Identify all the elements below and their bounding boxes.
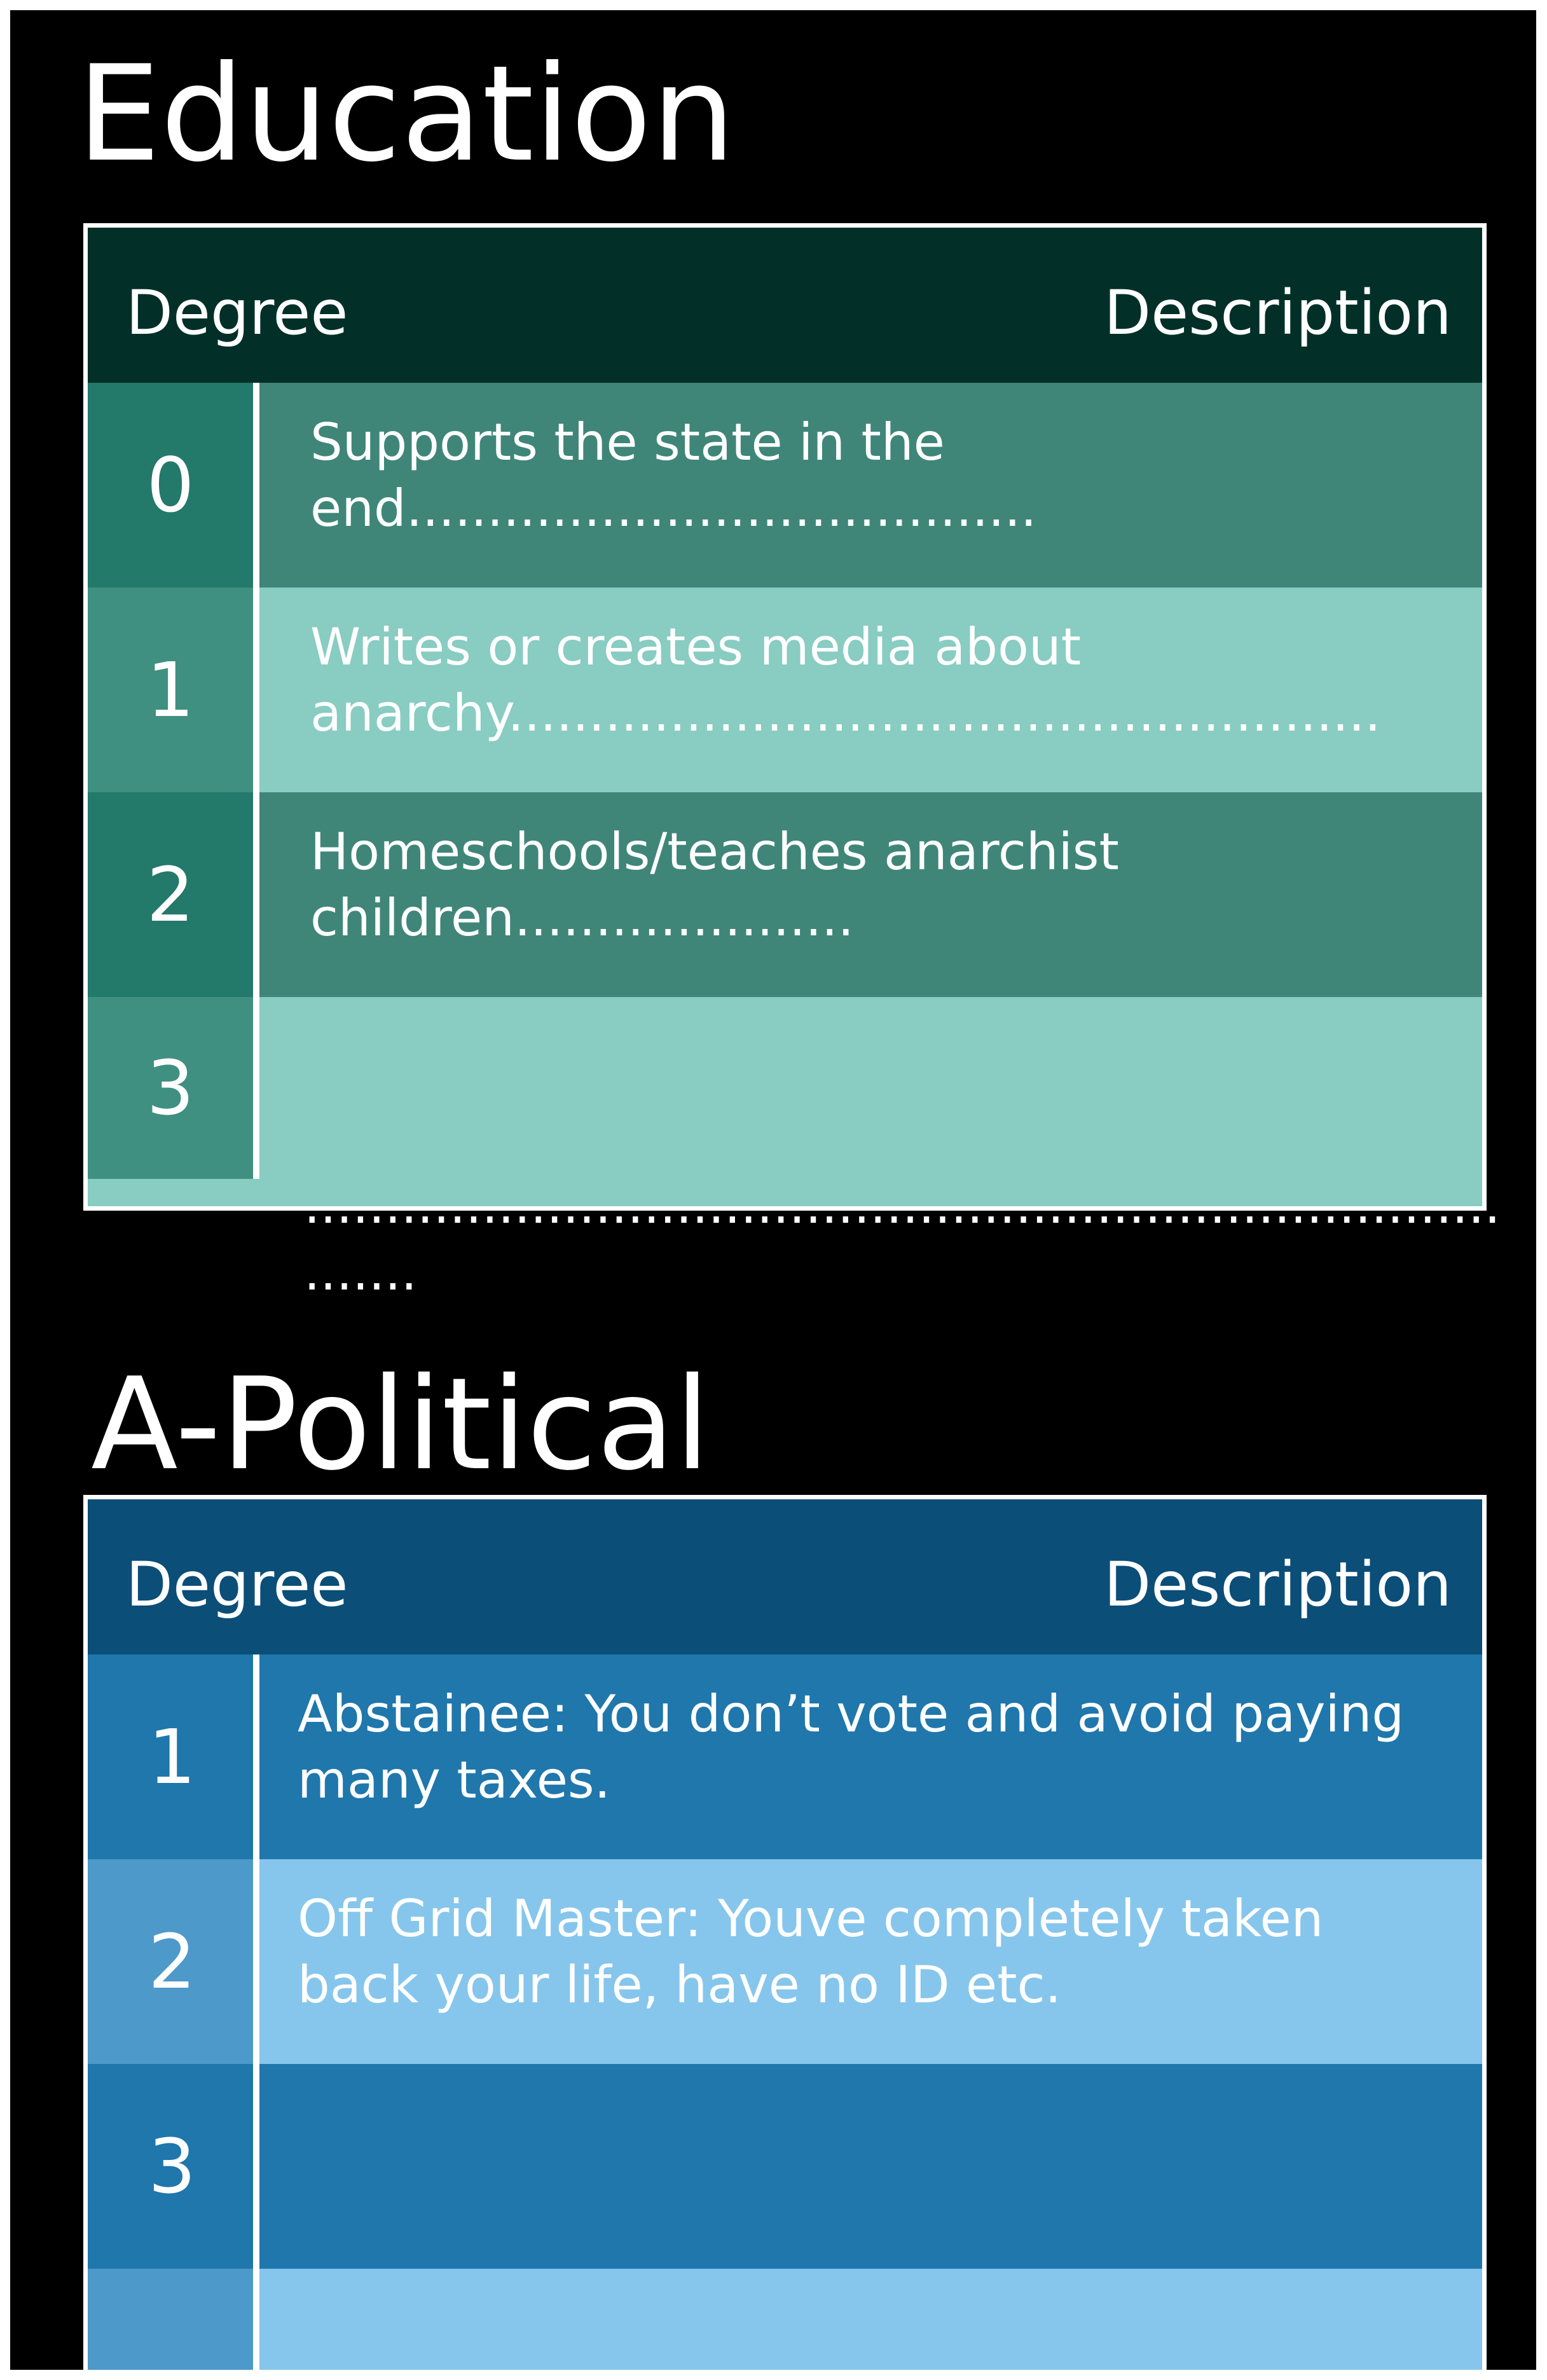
education-table: Degree Description 0 Supports the state … (83, 223, 1487, 1211)
degree-description (259, 997, 1482, 1179)
education-row-0: 0 Supports the state in the end.........… (88, 383, 1482, 588)
education-row-2: 2 Homeschools/teaches anarchist children… (88, 792, 1482, 997)
apolitical-table: Degree Description 1 Abstainee: You don’… (83, 1495, 1487, 2370)
degree-number: 2 (88, 792, 253, 997)
degree-description: Supports the state in the end...........… (259, 383, 1482, 588)
degree-number: 1 (88, 1654, 253, 1859)
degree-column-header: Degree (126, 277, 348, 348)
degree-number: 3 (88, 997, 253, 1179)
document-frame: Education Degree Description 0 Supports … (10, 10, 1536, 2370)
degree-column-header: Degree (126, 1549, 348, 1620)
column-divider (253, 383, 259, 1179)
degree-description: Off Grid Master: Youve completely taken … (259, 1859, 1482, 2064)
degree-number: 0 (88, 383, 253, 588)
education-title: Education (77, 38, 736, 191)
degree-description: Abstainee: You don’t vote and avoid payi… (259, 1654, 1482, 1859)
apolitical-title: A-Political (91, 1351, 710, 1499)
education-row-3: 3 (88, 997, 1482, 1179)
description-column-header: Description (1104, 1549, 1452, 1620)
degree-description: Writes or creates media about anarchy...… (259, 588, 1482, 792)
description-column-header: Description (1104, 277, 1452, 348)
apolitical-row-3: 3 (88, 2064, 1482, 2269)
degree-number (88, 2269, 253, 2370)
apolitical-row-1: 1 Abstainee: You don’t vote and avoid pa… (88, 1654, 1482, 1859)
column-divider (253, 1654, 259, 2370)
apolitical-table-header: Degree Description (88, 1499, 1482, 1654)
education-table-header: Degree Description (88, 228, 1482, 383)
degree-number: 3 (88, 2064, 253, 2269)
apolitical-row-2: 2 Off Grid Master: Youve completely take… (88, 1859, 1482, 2064)
degree-number: 2 (88, 1859, 253, 2064)
degree-description (259, 2064, 1482, 2269)
education-row-1: 1 Writes or creates media about anarchy.… (88, 588, 1482, 792)
apolitical-row-4 (88, 2269, 1482, 2370)
degree-description (259, 2269, 1482, 2370)
education-overflow-dots-2: ....... (304, 1242, 418, 1302)
degree-number: 1 (88, 588, 253, 792)
degree-description: Homeschools/teaches anarchist children..… (259, 792, 1482, 997)
education-overflow-dots: ........................................… (304, 1176, 1501, 1235)
